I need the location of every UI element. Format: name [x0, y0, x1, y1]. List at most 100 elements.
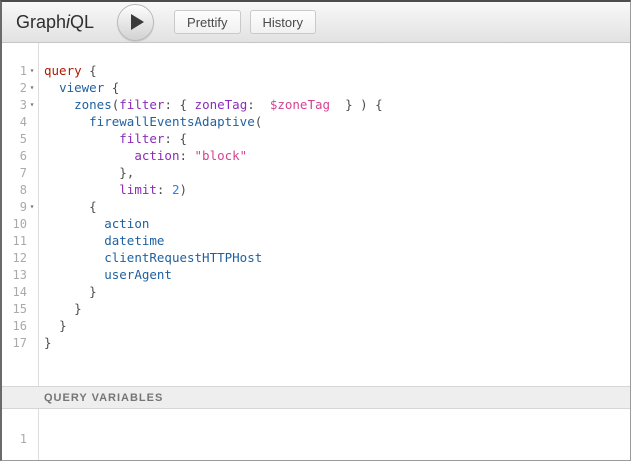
code-line[interactable]: }: [44, 300, 630, 317]
line-number: 13: [13, 268, 27, 282]
graphiql-window: GraphiQL Prettify History 1▾2▾3▾456789▾1…: [0, 0, 631, 461]
chevron-down-icon[interactable]: ▾: [27, 62, 37, 79]
code-token: firewallEventsAdaptive: [89, 114, 255, 129]
code-token: limit: [119, 182, 157, 197]
code-line[interactable]: filter: {: [44, 130, 630, 147]
code-line[interactable]: action: "block": [44, 147, 630, 164]
line-number: 14: [13, 285, 27, 299]
code-token: action: [104, 216, 149, 231]
chevron-down-icon[interactable]: ▾: [27, 198, 37, 215]
code-line[interactable]: query {: [44, 62, 630, 79]
code-token: [44, 267, 104, 282]
line-number: 8: [20, 183, 27, 197]
line-number: 1: [20, 432, 27, 446]
code-token: : {: [164, 131, 187, 146]
toolbar: GraphiQL Prettify History: [2, 2, 630, 43]
line-number: 5: [20, 132, 27, 146]
variables-editor[interactable]: 1 {"zoneTag":""}: [2, 409, 630, 460]
code-token: [44, 97, 74, 112]
code-line[interactable]: },: [44, 164, 630, 181]
code-token: }: [59, 318, 67, 333]
query-variables-header[interactable]: QUERY VARIABLES: [2, 386, 630, 409]
code-line[interactable]: }: [44, 317, 630, 334]
line-number: 1: [20, 64, 27, 78]
variables-editor-code[interactable]: {"zoneTag":""}: [39, 409, 630, 460]
code-token: :: [179, 148, 194, 163]
code-token: }: [44, 335, 52, 350]
code-token: [44, 284, 89, 299]
line-number: 10: [13, 217, 27, 231]
chevron-down-icon[interactable]: ▾: [27, 96, 37, 113]
code-token: [44, 131, 119, 146]
code-line[interactable]: clientRequestHTTPHost: [44, 249, 630, 266]
query-variables-title: QUERY VARIABLES: [44, 392, 163, 404]
code-token: clientRequestHTTPHost: [104, 250, 262, 265]
code-line[interactable]: {: [44, 198, 630, 215]
code-token: {: [89, 199, 97, 214]
code-token: userAgent: [104, 267, 172, 282]
code-line[interactable]: firewallEventsAdaptive(: [44, 113, 630, 130]
code-token: zoneTag: [195, 97, 248, 112]
prettify-button[interactable]: Prettify: [174, 10, 240, 34]
code-line[interactable]: userAgent: [44, 266, 630, 283]
logo-text-ql: QL: [70, 12, 94, 32]
code-token: [44, 182, 119, 197]
code-line[interactable]: }: [44, 283, 630, 300]
line-number: 6: [20, 149, 27, 163]
code-token: [44, 199, 89, 214]
code-token: action: [134, 148, 179, 163]
code-token: [44, 114, 89, 129]
line-number: 16: [13, 319, 27, 333]
chevron-down-icon[interactable]: ▾: [27, 79, 37, 96]
line-number: 3: [20, 98, 27, 112]
code-token: ): [180, 182, 188, 197]
code-token: } ) {: [330, 97, 383, 112]
code-line[interactable]: zones(filter: { zoneTag: $zoneTag } ) {: [44, 96, 630, 113]
play-icon: [131, 14, 144, 30]
code-token: viewer: [59, 80, 104, 95]
code-token: {: [104, 80, 119, 95]
execute-button[interactable]: [117, 4, 154, 41]
code-token: (: [255, 114, 263, 129]
line-number: 15: [13, 302, 27, 316]
code-line[interactable]: viewer {: [44, 79, 630, 96]
code-token: [44, 148, 134, 163]
code-token: [44, 250, 104, 265]
line-number: 17: [13, 336, 27, 350]
code-line[interactable]: action: [44, 215, 630, 232]
code-token: datetime: [104, 233, 164, 248]
line-number: 11: [13, 234, 27, 248]
code-token: }: [74, 301, 82, 316]
code-token: filter: [119, 131, 164, 146]
code-token: filter: [119, 97, 164, 112]
code-token: :: [157, 182, 172, 197]
logo-text: Graph: [16, 12, 66, 32]
code-token: [44, 318, 59, 333]
code-token: 2: [172, 182, 180, 197]
code-token: [44, 216, 104, 231]
code-token: "block": [195, 148, 248, 163]
code-line[interactable]: limit: 2): [44, 181, 630, 198]
code-token: query: [44, 63, 82, 78]
line-number: 2: [20, 81, 27, 95]
variables-editor-gutter: 1: [2, 409, 39, 460]
code-token: :: [247, 97, 270, 112]
code-token: zones: [74, 97, 112, 112]
app-logo: GraphiQL: [16, 12, 94, 33]
history-button[interactable]: History: [250, 10, 316, 34]
code-line[interactable]: datetime: [44, 232, 630, 249]
query-editor[interactable]: 1▾2▾3▾456789▾1011121314151617 query { vi…: [2, 43, 630, 386]
code-line[interactable]: }: [44, 334, 630, 351]
line-number: 12: [13, 251, 27, 265]
code-token: [44, 165, 119, 180]
code-token: : {: [164, 97, 194, 112]
code-token: [44, 233, 104, 248]
line-number: 4: [20, 115, 27, 129]
code-token: [44, 301, 74, 316]
code-token: },: [119, 165, 134, 180]
query-editor-code[interactable]: query { viewer { zones(filter: { zoneTag…: [39, 43, 630, 386]
code-token: [44, 80, 59, 95]
code-token: $zoneTag: [270, 97, 330, 112]
line-number: 9: [20, 200, 27, 214]
query-editor-gutter: 1▾2▾3▾456789▾1011121314151617: [2, 43, 39, 386]
